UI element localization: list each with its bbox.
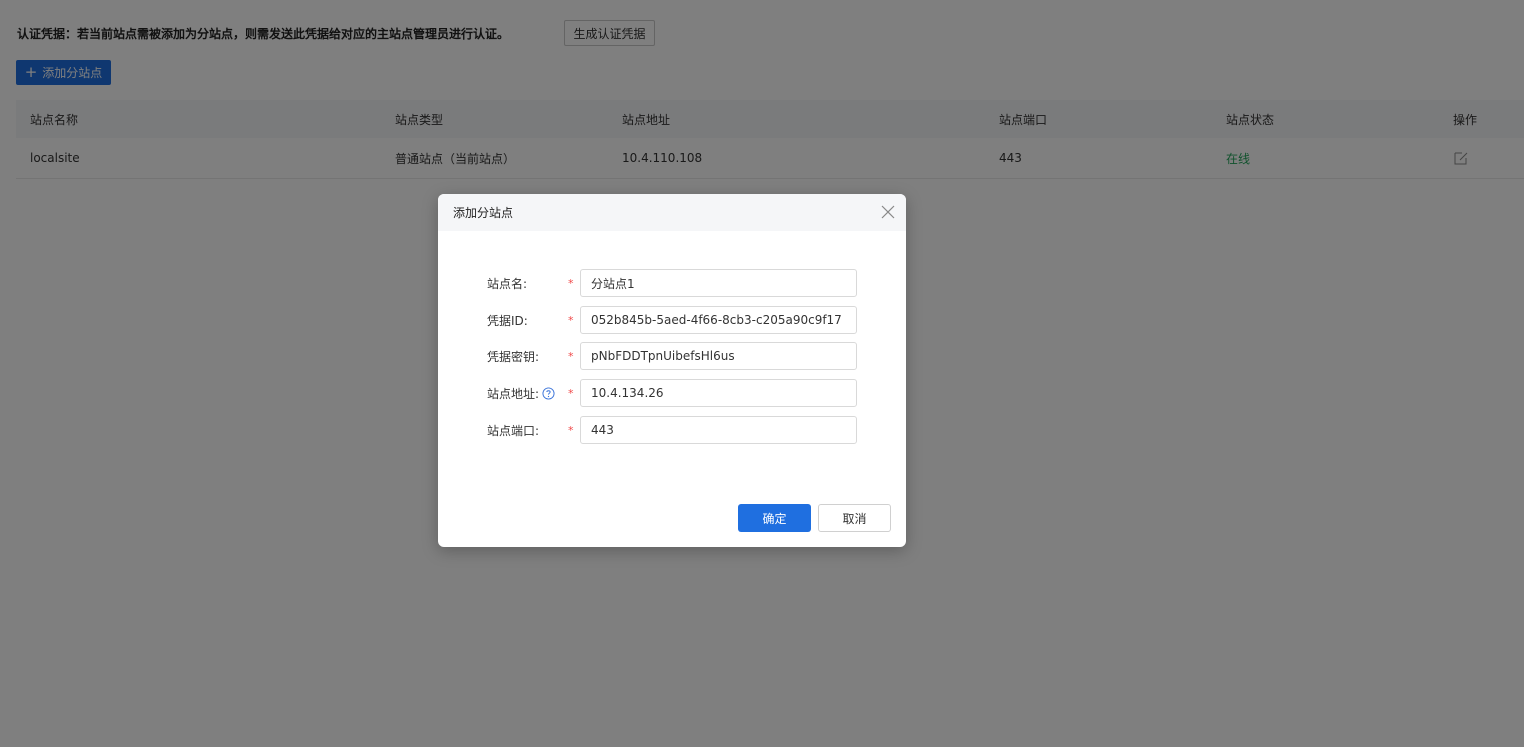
form-row-credential-key: 凭据密钥: * — [438, 342, 906, 370]
credential-id-input[interactable] — [580, 306, 857, 334]
dialog-title: 添加分站点 — [453, 206, 514, 220]
required-mark: * — [568, 423, 574, 437]
confirm-button[interactable]: 确定 — [738, 504, 811, 532]
site-port-label: 站点端口: — [487, 423, 540, 438]
site-address-input[interactable] — [580, 379, 857, 407]
form-row-credential-id: 凭据ID: * — [438, 306, 906, 334]
site-address-label-group: 站点地址: — [487, 379, 555, 407]
form-row-site-address: 站点地址: * — [438, 379, 906, 407]
site-port-input[interactable] — [580, 416, 857, 444]
site-name-input[interactable] — [580, 269, 857, 297]
form-row-site-port: 站点端口: * — [438, 416, 906, 444]
required-mark: * — [568, 349, 574, 363]
required-mark: * — [568, 313, 574, 327]
question-circle-icon[interactable] — [542, 386, 555, 400]
form-row-site-name: 站点名: * — [438, 269, 906, 297]
dialog-header: 添加分站点 — [438, 194, 906, 231]
required-mark: * — [568, 276, 574, 290]
site-name-label: 站点名: — [487, 276, 528, 291]
credential-key-label: 凭据密钥: — [487, 349, 540, 364]
required-mark: * — [568, 386, 574, 400]
site-management-page: 认证凭据：若当前站点需被添加为分站点，则需发送此凭据给对应的主站点管理员进行认证… — [0, 0, 1524, 747]
credential-key-input[interactable] — [580, 342, 857, 370]
cancel-button[interactable]: 取消 — [818, 504, 891, 532]
credential-id-label: 凭据ID: — [487, 313, 528, 328]
add-site-dialog: 添加分站点 站点名: * 凭据ID: * 凭据密钥: * 站点地址: — [438, 194, 906, 547]
site-address-label: 站点地址: — [487, 386, 540, 401]
close-icon[interactable] — [881, 205, 895, 219]
